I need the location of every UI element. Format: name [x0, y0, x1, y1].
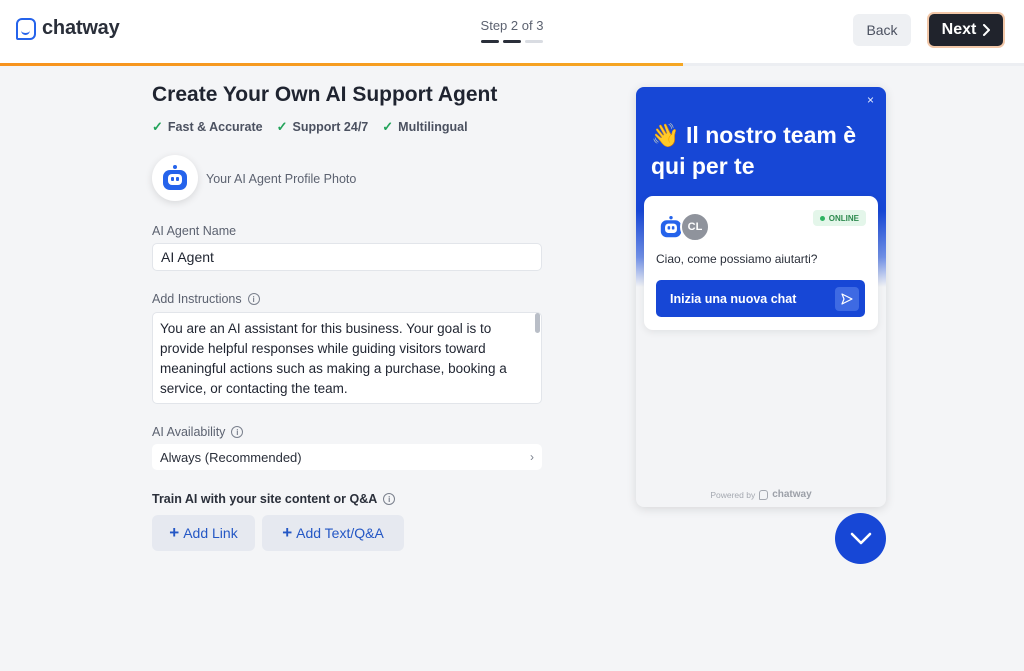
feature-label: Fast & Accurate: [167, 120, 263, 134]
availability-value: Always (Recommended): [160, 449, 302, 465]
step-dot-2: [503, 40, 521, 43]
chatway-logo-icon: [759, 489, 769, 500]
widget-toggle-button[interactable]: [835, 513, 886, 564]
back-button[interactable]: Back: [853, 14, 911, 46]
online-dot-icon: [819, 215, 825, 221]
train-ai-label-text: Train AI with your site content or Q&A: [152, 492, 378, 506]
plus-icon: +: [169, 523, 180, 542]
greeting-text: Ciao, come possiamo aiutarti?: [656, 252, 818, 266]
instructions-label: Add Instructions i: [152, 292, 260, 306]
add-link-label: Add Link: [183, 525, 238, 541]
feature-list: ✓ Fast & Accurate ✓ Support 24/7 ✓ Multi…: [152, 119, 468, 135]
next-button-label: Next: [941, 21, 977, 38]
info-icon[interactable]: i: [383, 493, 396, 505]
availability-select[interactable]: Always (Recommended) ›: [152, 444, 542, 470]
status-badge: ONLINE: [812, 210, 866, 226]
add-text-qa-button[interactable]: + Add Text/Q&A: [262, 515, 404, 551]
feature-label: Support 24/7: [292, 120, 369, 134]
availability-label-text: AI Availability: [152, 425, 226, 439]
feature-label: Multilingual: [398, 120, 468, 134]
chevron-down-icon: [850, 532, 871, 544]
feature-item: ✓ Fast & Accurate: [152, 119, 263, 135]
profile-photo-label: Your AI Agent Profile Photo: [206, 172, 357, 186]
chatway-logo[interactable]: chatway: [16, 17, 120, 40]
textarea-scrollbar[interactable]: [535, 313, 540, 333]
check-icon: ✓: [382, 119, 394, 134]
info-icon[interactable]: i: [231, 426, 244, 438]
plus-icon: +: [282, 523, 293, 542]
feature-item: ✓ Multilingual: [382, 119, 467, 135]
availability-label: AI Availability i: [152, 425, 244, 439]
add-link-button[interactable]: + Add Link: [152, 515, 255, 551]
start-chat-button[interactable]: Inizia una nuova chat: [656, 280, 865, 317]
instructions-label-text: Add Instructions: [152, 292, 242, 306]
powered-brand: chatway: [772, 489, 812, 500]
progress-bar: [0, 63, 1024, 66]
chevron-right-icon: [983, 24, 991, 36]
powered-by: Powered by chatway: [636, 489, 886, 500]
agent-avatar: CL: [680, 212, 710, 242]
agent-avatar-upload[interactable]: [152, 155, 198, 201]
step-label: Step 2 of 3: [480, 18, 544, 33]
agent-avatars: CL: [656, 212, 720, 242]
next-button[interactable]: Next: [927, 12, 1005, 48]
start-chat-label: Inizia una nuova chat: [670, 291, 797, 306]
robot-icon: [162, 165, 188, 191]
status-text: ONLINE: [828, 213, 859, 223]
add-text-qa-label: Add Text/Q&A: [296, 525, 384, 541]
agent-name-input[interactable]: [152, 243, 542, 271]
logo-text: chatway: [42, 17, 120, 39]
send-icon: [835, 286, 859, 311]
instructions-textarea[interactable]: You are an AI assistant for this busines…: [152, 312, 542, 404]
welcome-card: CL ONLINE Ciao, come possiamo aiutarti? …: [644, 196, 878, 330]
chat-widget-preview: × 👋 Il nostro team è qui per te CL ONLIN…: [636, 87, 886, 507]
step-dot-3: [525, 40, 543, 43]
step-dot-1: [481, 40, 499, 43]
page-title: Create Your Own AI Support Agent: [152, 83, 498, 106]
agent-name-label-text: AI Agent Name: [152, 224, 237, 238]
info-icon[interactable]: i: [247, 293, 260, 305]
chevron-right-icon: ›: [530, 450, 534, 464]
step-indicator: Step 2 of 3: [460, 18, 564, 43]
progress-bar-fill: [0, 63, 683, 66]
check-icon: ✓: [152, 119, 163, 134]
check-icon: ✓: [276, 119, 288, 134]
close-icon[interactable]: ×: [867, 93, 874, 107]
top-bar: chatway Step 2 of 3 Back Next: [0, 0, 1024, 66]
widget-heading: 👋 Il nostro team è qui per te: [651, 122, 857, 179]
powered-by-text: Powered by: [710, 489, 756, 500]
chatway-logo-icon: [16, 17, 36, 40]
feature-item: ✓ Support 24/7: [277, 119, 369, 135]
train-ai-label: Train AI with your site content or Q&A i: [152, 492, 396, 506]
step-dots: [460, 40, 564, 43]
agent-name-label: AI Agent Name: [152, 224, 236, 238]
